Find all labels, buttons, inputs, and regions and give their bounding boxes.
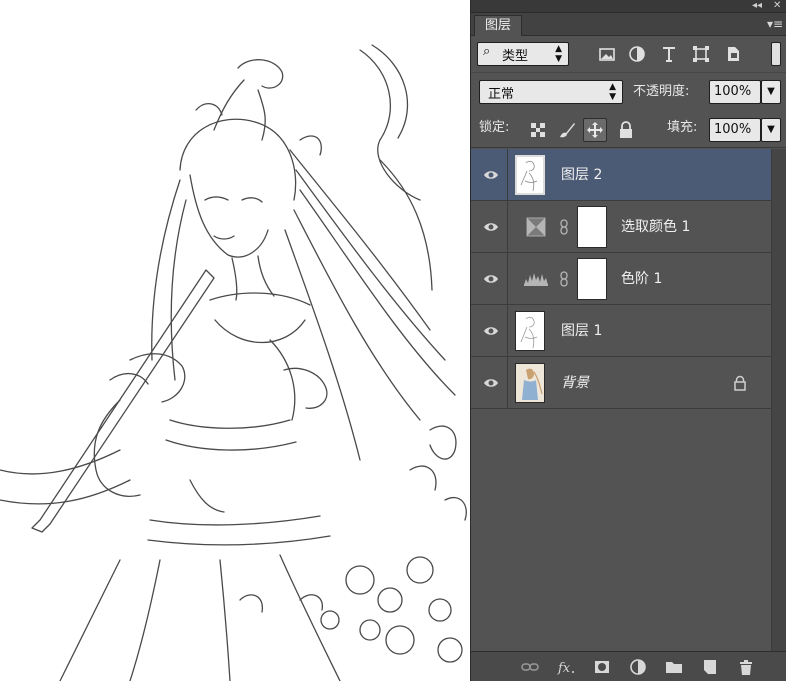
tab-layers[interactable]: 图层 (474, 15, 522, 36)
layer-row-layer-2[interactable]: 图层 2 (471, 149, 771, 201)
lock-fill-row: 锁定: 填充: 100% ▼ (471, 112, 786, 148)
filter-toggle-switch[interactable] (771, 42, 781, 66)
filter-kind-label: 类型 (502, 49, 529, 64)
layer-filter-row: ⌕ 类型 ▲ ▼ (471, 36, 786, 72)
opacity-label: 不透明度: (633, 84, 690, 99)
lock-label: 锁定: (479, 120, 510, 135)
document-canvas[interactable] (0, 0, 470, 681)
eye-icon[interactable] (483, 271, 499, 287)
search-icon: ⌕ (483, 44, 491, 59)
type-filter-icon[interactable] (659, 44, 679, 64)
new-group-icon[interactable] (665, 658, 683, 676)
color-painting-thumbnail-icon (516, 364, 544, 402)
layer-list: 图层 2 选取颜色 1 色阶 1 图层 1 背景 (471, 149, 771, 651)
add-mask-icon[interactable] (593, 658, 611, 676)
lock-all-icon[interactable] (616, 120, 636, 140)
selective-color-adjustment-icon (526, 217, 546, 237)
fill-dropdown-button[interactable]: ▼ (761, 118, 781, 142)
filter-kind-select[interactable]: ⌕ 类型 ▲ ▼ (477, 42, 569, 66)
panel-title-bar: ◂◂ ✕ (471, 0, 786, 13)
link-layers-icon[interactable] (521, 658, 539, 676)
layer-name[interactable]: 图层 2 (561, 149, 602, 201)
layer-row-levels-1[interactable]: 色阶 1 (471, 253, 771, 305)
collapse-panel-button[interactable]: ◂◂ (752, 0, 762, 12)
shape-filter-icon[interactable] (691, 44, 711, 64)
eye-icon[interactable] (483, 323, 499, 339)
divider (507, 305, 508, 357)
layers-panel: ◂◂ ✕ 图层 ▾≡ ⌕ 类型 ▲ ▼ 正常 ▲ ▼ 不透明度: 100% ▼ … (470, 0, 786, 681)
chevron-updown-icon: ▲ ▼ (609, 82, 616, 102)
blend-mode-select[interactable]: 正常 ▲ ▼ (479, 80, 623, 104)
smart-object-filter-icon[interactable] (723, 44, 743, 64)
blend-opacity-row: 正常 ▲ ▼ 不透明度: 100% ▼ (471, 72, 786, 110)
trash-icon[interactable] (737, 658, 755, 676)
eye-icon[interactable] (483, 375, 499, 391)
chain-link-icon[interactable] (559, 271, 569, 287)
image-filter-icon[interactable] (597, 44, 617, 64)
fx-icon[interactable]: fx (557, 658, 575, 676)
layer-name[interactable]: 图层 1 (561, 305, 602, 357)
layer-row-layer-1[interactable]: 图层 1 (471, 305, 771, 357)
layer-name[interactable]: 色阶 1 (621, 253, 662, 305)
layer-mask-thumbnail[interactable] (577, 206, 607, 248)
layer-thumbnail[interactable] (515, 363, 545, 403)
lock-position-button[interactable] (583, 118, 607, 142)
layers-bottom-toolbar: fx (471, 651, 786, 681)
layer-name[interactable]: 背景 (561, 357, 589, 409)
sketch-thumbnail-icon (520, 316, 538, 349)
divider (507, 149, 508, 201)
layer-mask-thumbnail[interactable] (577, 258, 607, 300)
layer-name[interactable]: 选取颜色 1 (621, 201, 690, 253)
sketch-thumbnail-icon (520, 160, 538, 192)
layer-list-scrollbar[interactable] (771, 149, 786, 651)
layer-thumbnail[interactable] (515, 311, 545, 351)
move-arrows-icon (587, 122, 603, 138)
new-layer-icon[interactable] (701, 658, 719, 676)
divider (507, 253, 508, 305)
opacity-dropdown-button[interactable]: ▼ (761, 80, 781, 104)
blend-mode-value: 正常 (488, 87, 515, 102)
new-adjustment-icon[interactable] (629, 658, 647, 676)
levels-adjustment-icon (524, 273, 548, 286)
panel-tab-row: 图层 ▾≡ (471, 13, 786, 36)
fill-input[interactable]: 100% (709, 118, 761, 142)
layer-row-selective-color-1[interactable]: 选取颜色 1 (471, 201, 771, 253)
layer-row-background[interactable]: 背景 (471, 357, 771, 409)
sketch-artwork (0, 44, 467, 681)
lock-transparent-pixels-icon[interactable] (528, 120, 548, 140)
opacity-input[interactable]: 100% (709, 80, 761, 104)
lock-image-pixels-icon[interactable] (557, 120, 577, 140)
close-panel-button[interactable]: ✕ (773, 0, 781, 12)
panel-menu-button[interactable]: ▾≡ (765, 15, 785, 33)
eye-icon[interactable] (483, 167, 499, 183)
svg-text:fx: fx (557, 661, 571, 676)
divider (507, 357, 508, 409)
chevron-updown-icon: ▲ ▼ (555, 44, 562, 64)
adjustment-filter-icon[interactable] (627, 44, 647, 64)
chain-link-icon[interactable] (559, 219, 569, 235)
layer-thumbnail[interactable] (515, 155, 545, 195)
divider (507, 201, 508, 253)
eye-icon[interactable] (483, 219, 499, 235)
lock-icon (734, 375, 746, 391)
fill-label: 填充: (667, 120, 698, 135)
